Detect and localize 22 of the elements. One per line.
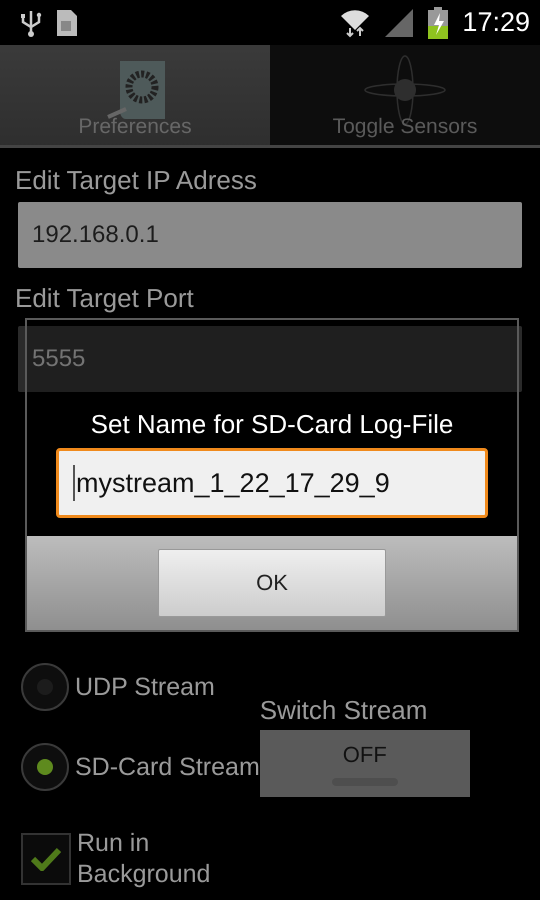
battery-charging-icon — [428, 6, 448, 38]
check-icon — [31, 847, 61, 871]
tab[interactable]: Toggle Sensors — [270, 45, 540, 145]
signal-icon — [384, 8, 414, 38]
ip-address-field[interactable]: 192.168.0.1 — [18, 202, 522, 268]
switch-label: Switch Stream — [260, 694, 428, 727]
radio-option[interactable]: UDP Stream — [21, 662, 215, 712]
file-name-field[interactable]: mystream_1_22_17_29_9 — [56, 448, 488, 518]
stream-toggle[interactable]: OFF — [260, 730, 470, 797]
radio-button[interactable] — [21, 743, 69, 791]
field-label: Edit Target IP Adress — [15, 164, 257, 197]
clock: 17:29 — [462, 7, 530, 38]
radio-option[interactable]: SD-Card Stream — [21, 742, 260, 792]
port-field[interactable]: 5555 — [18, 326, 522, 392]
ok-button[interactable]: OK — [158, 549, 386, 617]
checkbox-label: Run in Background — [77, 828, 212, 890]
radio-button[interactable] — [21, 663, 69, 711]
checkbox[interactable] — [21, 833, 71, 885]
dialog-title: Set Name for SD-Card Log-File — [90, 409, 454, 440]
sd-card-icon — [56, 8, 78, 36]
wifi-icon — [340, 8, 370, 38]
field-label: Edit Target Port — [15, 282, 194, 315]
